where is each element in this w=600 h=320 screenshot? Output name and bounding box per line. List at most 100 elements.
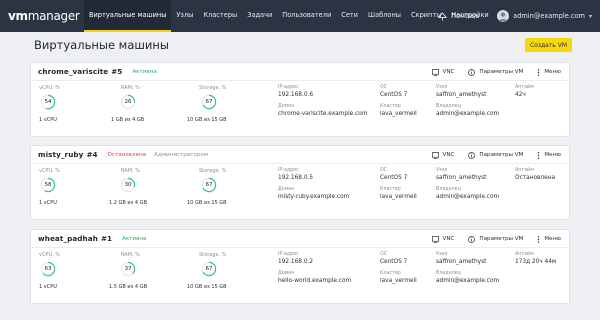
storage-detail: 10 GB из 15 GB bbox=[187, 200, 227, 206]
ram-detail: 1 GB из 4 GB bbox=[111, 117, 145, 123]
status-badge: Остановлена bbox=[107, 151, 147, 158]
storage-value: 67 bbox=[205, 266, 213, 272]
ip-address: 192.168.0.6 bbox=[278, 92, 314, 98]
nav-item-tasks[interactable]: Задачи bbox=[242, 0, 277, 32]
owner: admin@example.com bbox=[436, 194, 500, 200]
ram-gauge: RAM, % 37 1.5 GB из 4 GB bbox=[109, 252, 148, 290]
main-nav: Виртуальные машины Узлы Кластеры Задачи … bbox=[84, 0, 494, 32]
help-label: Помощь bbox=[451, 12, 480, 20]
help-link[interactable]: Помощь bbox=[438, 11, 480, 21]
uptime: 173д 20ч 44м bbox=[515, 259, 557, 265]
ram-value: 37 bbox=[124, 266, 132, 272]
vmmanager-logo[interactable]: vmmanager bbox=[8, 0, 84, 32]
cpu-gauge: vCPU, % 58 1 vCPU bbox=[39, 168, 61, 206]
nav-item-templates[interactable]: Шаблоны bbox=[363, 0, 406, 32]
ip-address: 192.168.0.5 bbox=[278, 175, 314, 181]
vm-name[interactable]: misty_ruby bbox=[38, 150, 83, 159]
cpu-value: 54 bbox=[44, 99, 52, 105]
avatar bbox=[497, 10, 510, 22]
top-navigation-bar: vmmanager Виртуальные машины Узлы Класте… bbox=[0, 0, 600, 32]
more-vertical-icon bbox=[538, 151, 540, 159]
cpu-value: 58 bbox=[44, 182, 52, 188]
vnc-button[interactable]: VNC bbox=[431, 235, 454, 243]
ram-value: 30 bbox=[124, 182, 132, 188]
ram-ring: 26 bbox=[120, 94, 136, 110]
chevron-down-icon: ▾ bbox=[588, 12, 592, 20]
ram-gauge: RAM, % 26 1 GB из 4 GB bbox=[111, 85, 145, 123]
menu-button[interactable]: Меню bbox=[537, 235, 561, 243]
info-icon bbox=[468, 235, 476, 243]
vm-number: #4 bbox=[86, 150, 98, 159]
vm-name[interactable]: chrome_variscite bbox=[38, 67, 108, 76]
storage-ring: 67 bbox=[201, 94, 217, 110]
cpu-gauge: vCPU, % 63 1 vCPU bbox=[39, 252, 61, 290]
storage-gauge: Storage, % 67 10 GB из 15 GB bbox=[187, 168, 227, 206]
storage-gauge: Storage, % 67 10 GB из 15 GB bbox=[187, 85, 227, 123]
lifebuoy-icon bbox=[438, 11, 448, 21]
ram-gauge: RAM, % 30 1.2 GB из 4 GB bbox=[109, 168, 148, 206]
vnc-button[interactable]: VNC bbox=[431, 151, 454, 159]
nav-item-virtual-machines[interactable]: Виртуальные машины bbox=[84, 0, 172, 32]
domain: hello-world.example.com bbox=[278, 278, 352, 284]
os: CentOS 7 bbox=[380, 259, 408, 265]
storage-ring: 67 bbox=[201, 261, 217, 277]
storage-detail: 10 GB из 15 GB bbox=[187, 117, 227, 123]
status-badge: Активна bbox=[132, 68, 157, 75]
vm-card: chrome_variscite #5 Активна VNC Параметр… bbox=[30, 62, 570, 137]
cpu-detail: 1 vCPU bbox=[39, 117, 57, 123]
node: saffron_amethyst bbox=[436, 259, 487, 265]
logo-text: vmmanager bbox=[8, 9, 80, 23]
page-title: Виртуальные машины bbox=[34, 38, 169, 52]
cpu-gauge: vCPU, % 54 1 vCPU bbox=[39, 85, 61, 123]
user-icon bbox=[498, 12, 508, 22]
menu-button[interactable]: Меню bbox=[537, 151, 561, 159]
domain: chrome-variscite.example.com bbox=[278, 111, 368, 117]
ram-detail: 1.5 GB из 4 GB bbox=[109, 284, 148, 290]
vm-card: wheat_padhah #1 Активна VNC Параметры VM… bbox=[30, 229, 570, 304]
ram-detail: 1.2 GB из 4 GB bbox=[109, 200, 148, 206]
storage-gauge: Storage, % 67 10 GB из 15 GB bbox=[187, 252, 227, 290]
node: saffron_amethyst bbox=[436, 175, 487, 181]
storage-value: 67 bbox=[205, 182, 213, 188]
cluster: lava_vermeil bbox=[380, 278, 417, 284]
vm-params-button[interactable]: Параметры VM bbox=[468, 235, 523, 243]
cpu-value: 63 bbox=[44, 266, 52, 272]
vnc-icon bbox=[431, 151, 439, 159]
storage-detail: 10 GB из 15 GB bbox=[187, 284, 227, 290]
uptime: 42ч bbox=[515, 92, 526, 98]
cpu-detail: 1 vCPU bbox=[39, 200, 57, 206]
vnc-icon bbox=[431, 235, 439, 243]
ram-value: 26 bbox=[124, 99, 132, 105]
nav-item-users[interactable]: Пользователи bbox=[277, 0, 336, 32]
vm-number: #1 bbox=[100, 234, 112, 243]
create-vm-button[interactable]: Создать VM bbox=[525, 38, 572, 52]
ram-ring: 30 bbox=[120, 177, 136, 193]
vm-params-button[interactable]: Параметры VM bbox=[468, 151, 523, 159]
nav-item-networks[interactable]: Сети bbox=[336, 0, 363, 32]
more-vertical-icon bbox=[538, 68, 540, 76]
storage-value: 67 bbox=[205, 99, 213, 105]
owner: admin@example.com bbox=[436, 111, 500, 117]
owner: admin@example.com bbox=[436, 278, 500, 284]
ram-ring: 37 bbox=[120, 261, 136, 277]
vm-name[interactable]: wheat_padhah bbox=[38, 234, 98, 243]
os: CentOS 7 bbox=[380, 92, 408, 98]
cpu-ring: 58 bbox=[40, 177, 56, 193]
nav-item-nodes[interactable]: Узлы bbox=[171, 0, 198, 32]
cpu-ring: 54 bbox=[40, 94, 56, 110]
storage-ring: 67 bbox=[201, 177, 217, 193]
info-icon bbox=[468, 151, 476, 159]
menu-button[interactable]: Меню bbox=[537, 68, 561, 76]
nav-item-clusters[interactable]: Кластеры bbox=[198, 0, 242, 32]
ip-address: 192.168.0.2 bbox=[278, 259, 314, 265]
cpu-ring: 63 bbox=[40, 261, 56, 277]
status-badge: Активна bbox=[121, 235, 147, 242]
uptime: Остановлена bbox=[515, 175, 556, 181]
info-icon bbox=[468, 68, 476, 76]
vnc-button[interactable]: VNC bbox=[431, 68, 454, 76]
vm-params-button[interactable]: Параметры VM bbox=[468, 68, 523, 76]
vnc-icon bbox=[431, 68, 439, 76]
vm-number: #5 bbox=[111, 67, 123, 76]
node: saffron_amethyst bbox=[436, 92, 487, 98]
user-menu[interactable]: admin@example.com ▾ bbox=[497, 10, 592, 22]
